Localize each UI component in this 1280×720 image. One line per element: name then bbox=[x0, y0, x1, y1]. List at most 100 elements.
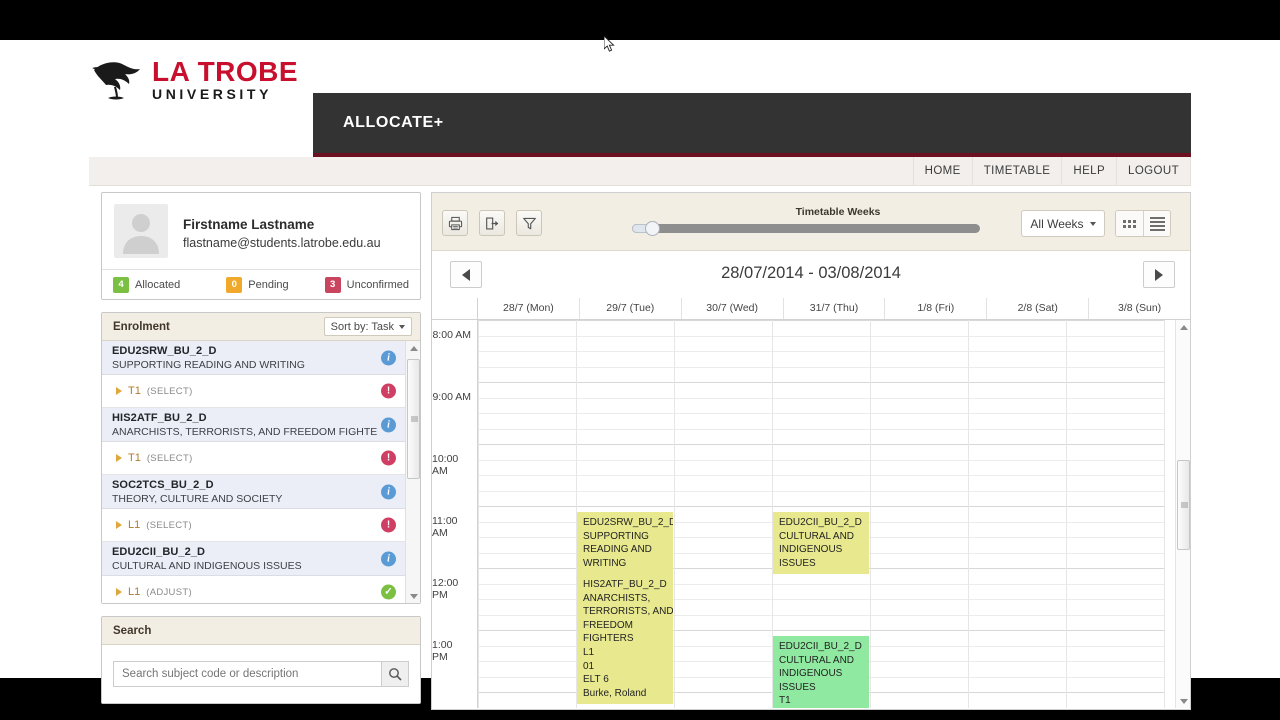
scroll-up-icon[interactable] bbox=[406, 341, 420, 355]
grid-view-button[interactable] bbox=[1116, 211, 1143, 236]
event-detail-line: FREEDOM bbox=[583, 619, 633, 631]
info-icon[interactable]: i bbox=[381, 484, 396, 499]
day-header-wed: 30/7 (Wed) bbox=[682, 298, 784, 319]
list-item[interactable]: T1 (SELECT) ! bbox=[102, 442, 407, 475]
warning-icon[interactable]: ! bbox=[381, 383, 396, 399]
calendar-row-line bbox=[478, 490, 1164, 492]
app-page: LA TROBE UNIVERSITY ALLOCATE+ HOME TIMET… bbox=[0, 40, 1280, 710]
event-detail-line: FIGHTERS bbox=[583, 633, 634, 645]
enrolment-list-scroll: EDU2SRW_BU_2_D SUPPORTING READING AND WR… bbox=[102, 341, 407, 603]
scroll-down-icon[interactable] bbox=[1176, 694, 1190, 708]
time-gutter-header bbox=[432, 298, 478, 319]
profile-email: flastname@students.latrobe.edu.au bbox=[183, 236, 381, 250]
subject-description: THEORY, CULTURE AND SOCIETY bbox=[112, 493, 283, 505]
list-item[interactable]: EDU2SRW_BU_2_D SUPPORTING READING AND WR… bbox=[102, 341, 407, 375]
stat-allocated-label: Allocated bbox=[135, 279, 181, 291]
calendar-event[interactable]: HIS2ATF_BU_2_D ANARCHISTS, TERRORISTS, AND… bbox=[577, 574, 673, 705]
list-item[interactable]: EDU2CII_BU_2_D CULTURAL AND INDIGENOUS I… bbox=[102, 542, 407, 576]
enrolment-list[interactable]: EDU2SRW_BU_2_D SUPPORTING READING AND WR… bbox=[102, 341, 420, 603]
logo-line-2: UNIVERSITY bbox=[152, 86, 273, 103]
nav-item-timetable[interactable]: TIMETABLE bbox=[973, 157, 1063, 186]
calendar-event[interactable]: EDU2CII_BU_2_D CULTURAL AND INDIGENOUS ISSU… bbox=[773, 512, 869, 575]
latrobe-logo[interactable]: LA TROBE UNIVERSITY bbox=[90, 52, 305, 108]
subject-description: SUPPORTING READING AND WRITING bbox=[112, 359, 305, 371]
event-detail-line: TERRORISTS, AND bbox=[583, 606, 673, 618]
list-item[interactable]: L1 (SELECT) ! bbox=[102, 509, 407, 542]
day-header-sun: 3/8 (Sun) bbox=[1117, 302, 1162, 314]
sort-by-label: Sort by: Task bbox=[330, 320, 394, 333]
event-detail-line: ANARCHISTS, bbox=[583, 592, 651, 604]
event-detail-line: Burke, Roland bbox=[583, 687, 647, 699]
avatar bbox=[114, 204, 168, 258]
view-toggle-group bbox=[1115, 210, 1171, 237]
print-button[interactable] bbox=[442, 210, 468, 236]
scroll-down-icon[interactable] bbox=[406, 589, 420, 603]
user-avatar-icon bbox=[123, 214, 159, 254]
activity-state: (SELECT) bbox=[146, 519, 192, 531]
activity-code: L1 bbox=[128, 586, 141, 598]
sort-by-dropdown[interactable]: Sort by: Task bbox=[323, 317, 412, 336]
export-button[interactable] bbox=[479, 210, 505, 236]
search-panel: Search bbox=[101, 616, 421, 704]
calendar-row-line bbox=[478, 459, 1164, 461]
search-button[interactable] bbox=[381, 661, 409, 687]
list-item[interactable]: L1 (ADJUST) ✓ bbox=[102, 576, 407, 603]
day-header-mon: 28/7 (Mon) bbox=[478, 298, 580, 319]
profile-name: Firstname Lastname bbox=[183, 217, 315, 232]
nav-item-help[interactable]: HELP bbox=[1062, 157, 1118, 186]
timetable-date-nav: 28/07/2014 - 03/08/2014 bbox=[432, 251, 1190, 298]
filter-button[interactable] bbox=[516, 210, 542, 236]
scrollbar-thumb[interactable] bbox=[407, 359, 420, 479]
scrollbar-grip bbox=[411, 416, 418, 422]
warning-icon[interactable]: ! bbox=[381, 450, 396, 466]
info-icon[interactable]: i bbox=[381, 350, 396, 365]
triangle-right-icon bbox=[116, 588, 122, 596]
calendar-column-line bbox=[1066, 320, 1067, 708]
stat-allocated-count: 4 bbox=[113, 277, 129, 293]
chevron-down-icon bbox=[399, 324, 405, 329]
search-title: Search bbox=[113, 624, 152, 637]
list-view-button[interactable] bbox=[1143, 211, 1170, 236]
next-week-button[interactable] bbox=[1143, 261, 1175, 288]
calendar-row-line bbox=[478, 413, 1164, 414]
day-header-tue: 29/7 (Tue) bbox=[580, 298, 682, 319]
list-item[interactable]: SOC2TCS_BU_2_D THEORY, CULTURE AND SOCIE… bbox=[102, 475, 407, 509]
check-icon[interactable]: ✓ bbox=[381, 584, 396, 600]
calendar-event[interactable]: EDU2CII_BU_2_D CULTURAL AND INDIGENOUS ISSU… bbox=[773, 636, 869, 708]
enrolment-scrollbar[interactable] bbox=[405, 341, 420, 603]
event-detail-line: INDIGENOUS bbox=[779, 544, 843, 556]
weeks-select-dropdown[interactable]: All Weeks bbox=[1021, 210, 1105, 237]
list-item[interactable]: HIS2ATF_BU_2_D ANARCHISTS, TERRORISTS, A… bbox=[102, 408, 407, 442]
calendar-body[interactable]: 8:00 AM 9:00 AM 10:00 AM 11:00 AM 12:00 … bbox=[432, 320, 1190, 708]
calendar-scrollbar[interactable] bbox=[1175, 320, 1190, 708]
event-detail-line: 01 bbox=[583, 660, 595, 672]
subject-code: HIS2ATF_BU_2_D bbox=[112, 412, 207, 424]
warning-icon[interactable]: ! bbox=[381, 517, 396, 533]
chevron-down-icon bbox=[1089, 221, 1096, 226]
calendar: 28/7 (Mon) 29/7 (Tue) 30/7 (Wed) 31/7 (T… bbox=[432, 298, 1190, 708]
nav-item-home[interactable]: HOME bbox=[912, 157, 973, 186]
site-header: LA TROBE UNIVERSITY ALLOCATE+ HOME TIMET… bbox=[0, 40, 1280, 186]
calendar-row-line bbox=[478, 351, 1164, 352]
event-subject-code: HIS2ATF_BU_2_D bbox=[583, 579, 667, 590]
search-input[interactable] bbox=[113, 661, 381, 687]
timetable-weeks-slider[interactable] bbox=[632, 221, 980, 236]
slider-handle[interactable] bbox=[645, 221, 660, 236]
nav-item-logout[interactable]: LOGOUT bbox=[1117, 157, 1191, 186]
scrollbar-thumb[interactable] bbox=[1177, 460, 1190, 550]
calendar-event[interactable]: EDU2SRW_BU_2_D SUPPORTING READING AND WRITI… bbox=[577, 512, 673, 575]
time-label: 1:00 PM bbox=[432, 639, 453, 663]
stat-unconfirmed-count: 3 bbox=[324, 277, 341, 293]
scroll-up-icon[interactable] bbox=[1176, 320, 1190, 334]
chevron-right-icon bbox=[1155, 268, 1163, 281]
activity-code: L1 bbox=[128, 519, 141, 531]
event-detail-line: SUPPORTING bbox=[583, 530, 649, 542]
info-icon[interactable]: i bbox=[381, 417, 396, 432]
info-icon[interactable]: i bbox=[381, 551, 396, 566]
stat-pending-label: Pending bbox=[248, 279, 289, 291]
stat-unconfirmed-label: Unconfirmed bbox=[346, 279, 409, 291]
list-item[interactable]: T1 (SELECT) ! bbox=[102, 375, 407, 408]
time-label: 10:00 AM bbox=[432, 453, 459, 477]
subject-description: CULTURAL AND INDIGENOUS ISSUES bbox=[112, 560, 302, 572]
day-header-sat: 2/8 (Sat) bbox=[987, 298, 1090, 319]
